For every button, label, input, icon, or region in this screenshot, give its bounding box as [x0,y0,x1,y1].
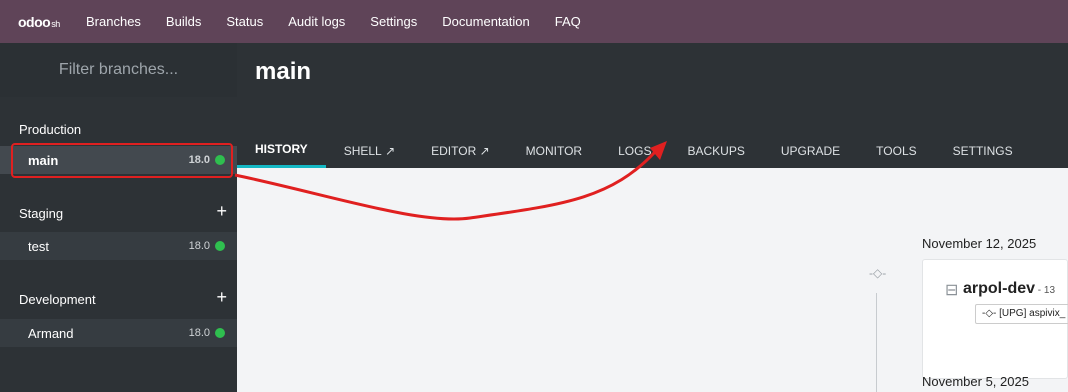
commit-message[interactable]: -◇- [UPG] aspivix_ [975,304,1068,324]
branch-tabs: HISTORY SHELL ↗ EDITOR ↗ MONITOR LOGS BA… [237,133,1031,168]
branch-icon: ⊟ [945,282,959,299]
add-development-icon[interactable]: + [216,287,227,308]
card-title-suffix: - 13 [1035,285,1056,296]
tab-monitor[interactable]: MONITOR [508,133,600,168]
tab-logs[interactable]: LOGS [600,133,669,168]
nav-status[interactable]: Status [226,14,263,29]
tab-backups[interactable]: BACKUPS [669,133,762,168]
tab-tools[interactable]: TOOLS [858,133,934,168]
external-link-icon: ↗ [385,143,396,158]
branches-sidebar: Filter branches... Production main 18.0 … [0,43,237,392]
section-production: Production [19,122,82,137]
tab-settings[interactable]: SETTINGS [935,133,1031,168]
top-navigation: odoosh Branches Builds Status Audit logs… [0,0,1068,43]
tab-editor[interactable]: EDITOR ↗ [413,133,508,168]
status-dot-icon [215,328,225,338]
highlight-box [11,143,233,178]
nav-branches[interactable]: Branches [86,14,141,29]
section-development: Development [19,292,96,307]
commit-node-icon: -◇- [869,266,887,280]
nav-faq[interactable]: FAQ [555,14,581,29]
branch-version: 18.0 [188,327,210,339]
tab-label: EDITOR [431,143,477,158]
nav-documentation[interactable]: Documentation [442,14,529,29]
card-title-text: arpol-dev [963,280,1036,297]
page-title: main [255,58,312,85]
nav-audit-logs[interactable]: Audit logs [288,14,345,29]
branch-version: 18.0 [188,240,210,252]
branch-item-test[interactable]: test 18.0 [0,232,237,260]
logo-suffix: sh [51,18,60,29]
external-link-icon: ↗ [479,143,490,158]
card-title: arpol-dev - 13 [963,280,1055,298]
branch-item-armand[interactable]: Armand 18.0 [0,319,237,347]
nav-settings[interactable]: Settings [370,14,417,29]
logo-text: odoo [18,13,51,30]
history-date: November 12, 2025 [922,236,1037,251]
tab-label: SHELL [343,143,382,158]
add-staging-icon[interactable]: + [216,201,227,222]
tab-history[interactable]: HISTORY [237,133,326,168]
history-content: November 12, 2025 -◇- ⊟ arpol-dev - 13 -… [237,168,1068,392]
branch-header: main HISTORY SHELL ↗ EDITOR ↗ MONITOR LO… [237,43,1068,168]
history-date: November 5, 2025 [922,374,1029,389]
filter-branches-input[interactable]: Filter branches... [0,43,237,97]
odoo-sh-logo[interactable]: odoosh [0,14,86,30]
branch-name: Armand [28,325,74,341]
branch-name: test [28,238,49,254]
section-staging: Staging [19,206,64,221]
history-card[interactable]: ⊟ arpol-dev - 13 -◇- [UPG] aspivix_ [922,259,1068,379]
status-dot-icon [215,241,225,251]
nav-builds[interactable]: Builds [166,14,201,29]
tab-upgrade[interactable]: UPGRADE [763,133,858,168]
timeline-line [876,293,877,392]
tab-shell[interactable]: SHELL ↗ [326,133,413,168]
